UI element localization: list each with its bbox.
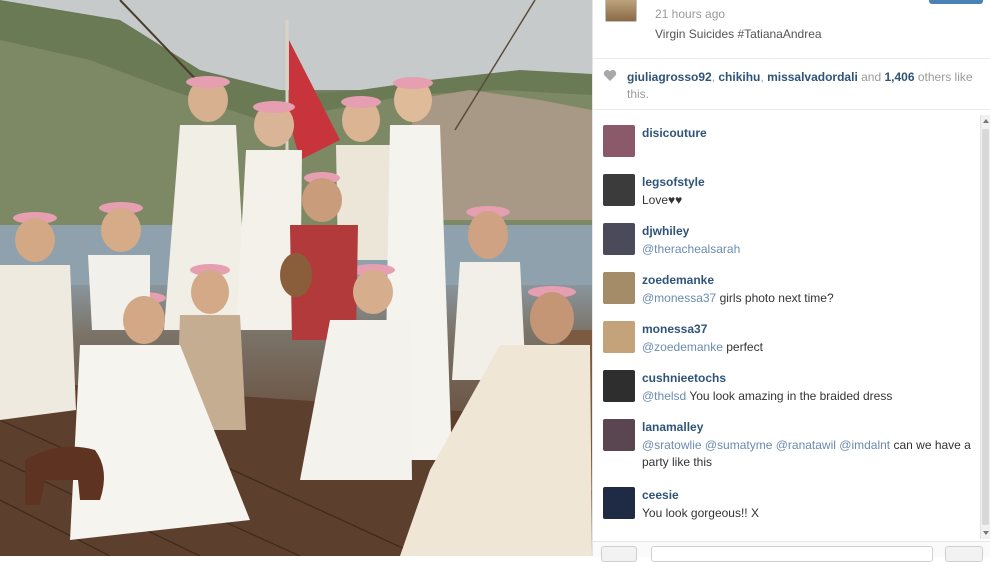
- owner-avatar[interactable]: [605, 0, 637, 22]
- likes-section: giuliagrosso92, chikihu, missalvadordali…: [593, 58, 990, 110]
- comment-avatar[interactable]: [603, 174, 635, 206]
- comment-username[interactable]: disicouture: [642, 126, 707, 140]
- comment-item: lanamalley @sratowlie @sumatyme @ranataw…: [593, 409, 979, 477]
- comment-item: zoedemanke @monessa37 girls photo next t…: [593, 262, 979, 311]
- comment-avatar[interactable]: [603, 223, 635, 255]
- comment-body: You look gorgeous!! X: [642, 506, 759, 520]
- like-user-3[interactable]: missalvadordali: [767, 70, 858, 84]
- scroll-up-icon[interactable]: [983, 119, 989, 123]
- comment-item: legsofstyle Love♥♥: [593, 164, 979, 213]
- comment-text: @therachealsarah: [642, 241, 972, 258]
- comment-text: You look gorgeous!! X: [642, 505, 972, 522]
- comment-input[interactable]: [651, 546, 933, 562]
- post-header: 21 hours ago Virgin Suicides #TatianaAnd…: [593, 0, 990, 52]
- comment-body: perfect: [722, 340, 763, 354]
- like-button[interactable]: [601, 546, 637, 562]
- comment-avatar[interactable]: [603, 125, 635, 157]
- scroll-down-icon[interactable]: [983, 531, 989, 535]
- comments-scrollbar[interactable]: [980, 115, 990, 539]
- comments-list: disicouture legsofstyle Love♥♥ djwhiley …: [593, 115, 979, 541]
- comment-mention[interactable]: @thelsd: [642, 389, 686, 403]
- comment-text: @sratowlie @sumatyme @ranatawil @imdalnt…: [642, 437, 972, 471]
- comment-mention[interactable]: @sratowlie @sumatyme @ranatawil @imdalnt: [642, 438, 890, 452]
- photo-illustration: [0, 0, 592, 556]
- comment-body: You look amazing in the braided dress: [686, 389, 893, 403]
- comment-username[interactable]: ceesie: [642, 488, 679, 502]
- comment-item: djwhiley @therachealsarah: [593, 213, 979, 262]
- comment-username[interactable]: lanamalley: [642, 420, 703, 434]
- comment-body: girls photo next time?: [716, 291, 834, 305]
- like-user-1[interactable]: giuliagrosso92: [627, 70, 712, 84]
- comment-avatar[interactable]: [603, 487, 635, 519]
- comment-item: ceesie You look gorgeous!! X: [593, 477, 979, 526]
- comment-username[interactable]: djwhiley: [642, 224, 689, 238]
- post-photo: [0, 0, 592, 556]
- more-options-button[interactable]: [945, 546, 983, 562]
- post-time: 21 hours ago: [655, 7, 726, 21]
- comment-footer: [593, 541, 990, 562]
- comment-username[interactable]: cushnieetochs: [642, 371, 726, 385]
- comment-item: disicouture: [593, 115, 979, 164]
- heart-icon[interactable]: [603, 69, 617, 82]
- comment-item: cushnieetochs @thelsd You look amazing i…: [593, 360, 979, 409]
- comment-username[interactable]: legsofstyle: [642, 175, 705, 189]
- likes-count[interactable]: 1,406: [884, 70, 914, 84]
- comment-username[interactable]: monessa37: [642, 322, 707, 336]
- comment-text: @zoedemanke perfect: [642, 339, 972, 356]
- comment-avatar[interactable]: [603, 419, 635, 451]
- comment-avatar[interactable]: [603, 321, 635, 353]
- comment-body: Love♥♥: [642, 193, 683, 207]
- scroll-thumb[interactable]: [982, 129, 989, 525]
- comment-text: @thelsd You look amazing in the braided …: [642, 388, 972, 405]
- comment-mention[interactable]: @zoedemanke: [642, 340, 723, 354]
- post-side-panel: 21 hours ago Virgin Suicides #TatianaAnd…: [592, 0, 990, 562]
- comment-text: Love♥♥: [642, 192, 972, 209]
- likes-text: giuliagrosso92, chikihu, missalvadordali…: [627, 69, 977, 103]
- likes-and: and: [857, 70, 885, 84]
- comment-text: @monessa37 girls photo next time?: [642, 290, 972, 307]
- follow-button[interactable]: [929, 0, 983, 4]
- like-user-2[interactable]: chikihu: [718, 70, 760, 84]
- comment-mention[interactable]: @monessa37: [642, 291, 716, 305]
- comment-avatar[interactable]: [603, 272, 635, 304]
- comment-username[interactable]: zoedemanke: [642, 273, 714, 287]
- comment-mention[interactable]: @therachealsarah: [642, 242, 740, 256]
- post-caption: Virgin Suicides #TatianaAndrea: [655, 27, 822, 41]
- comment-avatar[interactable]: [603, 370, 635, 402]
- comment-item: monessa37 @zoedemanke perfect: [593, 311, 979, 360]
